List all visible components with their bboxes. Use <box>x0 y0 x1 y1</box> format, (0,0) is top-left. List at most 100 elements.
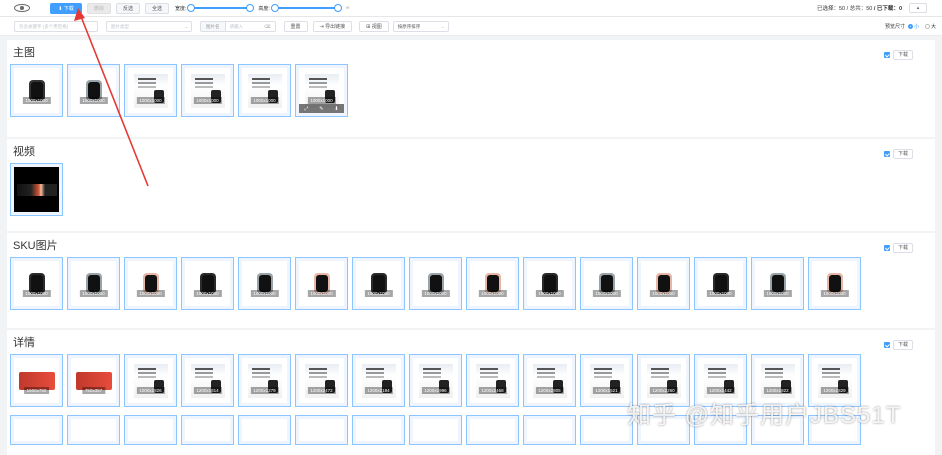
size-large-label[interactable]: 大 <box>931 23 936 30</box>
sku-thumbnail[interactable]: 1000x1000 <box>352 257 405 310</box>
detail-thumbnail[interactable]: 1200x1996 <box>409 354 462 407</box>
detail-thumbnail[interactable] <box>466 415 519 445</box>
sku-thumbnail[interactable]: 1000x1000 <box>523 257 576 310</box>
sku-thumbnail[interactable]: 1000x1000 <box>580 257 633 310</box>
video-checkbox[interactable] <box>884 151 890 157</box>
image-dimensions: 1200x1814 <box>193 387 222 394</box>
main-images-download-button[interactable]: 下载 <box>893 50 913 60</box>
sku-thumbnail[interactable]: 1000x1000 <box>238 257 291 310</box>
sku-thumbnail[interactable]: 1000x1000 <box>10 257 63 310</box>
width-slider[interactable] <box>187 3 255 13</box>
sku-thumbnail[interactable]: 1000x1000 <box>181 257 234 310</box>
detail-thumbnail[interactable] <box>67 415 120 445</box>
invert-selection-button[interactable]: 反选 <box>116 2 141 14</box>
detail-thumbnail[interactable] <box>352 415 405 445</box>
detail-thumbnail[interactable] <box>409 415 462 445</box>
content-area: 主图 下载 1000x1000 1000x1000 1000x1000 1000x10… <box>0 38 942 455</box>
detail-thumbnail[interactable] <box>295 415 348 445</box>
main-image <box>185 68 230 113</box>
detail-thumbnail[interactable]: 1600x750 <box>10 354 63 407</box>
detail-thumbnail[interactable] <box>580 415 633 445</box>
main-thumbnail[interactable]: 1000x1000 <box>67 64 120 117</box>
detail-images-download-button[interactable]: 下载 <box>893 340 913 350</box>
main-thumbnail[interactable]: 1000x1000 ⤢ ✎ ⬇ <box>295 64 348 117</box>
image-dimensions: 1000x1000 <box>592 290 621 297</box>
chevron-up-icon: ▴ <box>916 5 920 11</box>
sku-images-download-control: 下载 <box>884 243 913 253</box>
detail-thumbnail[interactable]: 1200x2468 <box>466 354 519 407</box>
sku-thumbnail[interactable]: 1000x1000 <box>637 257 690 310</box>
export-links-button[interactable]: ⇥ 导出链接 <box>312 20 353 32</box>
sku-thumbnail[interactable]: 1000x1000 <box>808 257 861 310</box>
select-all-button[interactable]: 全选 <box>145 2 170 14</box>
video-download-button[interactable]: 下载 <box>893 149 913 159</box>
video-preview-image <box>16 183 57 196</box>
detail-thumbnail[interactable]: 1200x1814 <box>181 354 234 407</box>
image-dimensions: 1000x1000 <box>250 97 279 104</box>
detail-thumbnail[interactable] <box>238 415 291 445</box>
detail-thumbnail[interactable] <box>181 415 234 445</box>
edit-icon[interactable]: ✎ <box>319 106 323 112</box>
height-slider[interactable] <box>270 3 342 13</box>
detail-thumbnail[interactable]: 1000x1826 <box>124 354 177 407</box>
size-large-radio[interactable] <box>924 24 930 29</box>
detail-thumbnail[interactable]: 1200x1279 <box>238 354 291 407</box>
extension-logo-icon <box>14 4 30 12</box>
detail-image <box>413 419 458 441</box>
width-slider-min-handle[interactable] <box>187 4 196 12</box>
width-slider-max-handle[interactable] <box>246 4 255 12</box>
sku-thumbnail[interactable]: 1000x1000 <box>124 257 177 310</box>
compare-prefix-select[interactable]: 图片名 <box>200 20 226 32</box>
sku-thumbnail[interactable]: 1000x1000 <box>409 257 462 310</box>
detail-thumbnail[interactable]: 1200x2184 <box>352 354 405 407</box>
sku-images-download-button[interactable]: 下载 <box>893 243 913 253</box>
sku-thumbnail[interactable]: 1000x1000 <box>295 257 348 310</box>
height-slider-max-handle[interactable] <box>333 4 342 12</box>
sku-thumbnail[interactable]: 1000x1000 <box>694 257 747 310</box>
detail-thumbnail[interactable]: 1200x2472 <box>295 354 348 407</box>
download-icon[interactable]: ⬇ <box>334 106 338 112</box>
collapse-button[interactable]: ▴ <box>909 3 927 13</box>
detail-image <box>185 358 230 403</box>
detail-thumbnail[interactable] <box>124 415 177 445</box>
preview-size-label: 预览尺寸 <box>884 24 905 30</box>
clear-icon[interactable]: ⌫ <box>264 22 270 31</box>
main-thumbnail[interactable]: 1000x1000 <box>124 64 177 117</box>
keyword-input[interactable]: 包含关键字 (多个用空格) <box>14 20 98 32</box>
detail-images-checkbox[interactable] <box>884 342 890 348</box>
sku-thumbnail[interactable]: 1000x1000 <box>751 257 804 310</box>
detail-images-section: 详情 下载 1600x750 750x357 1000x1826 1200x1814 1… <box>7 330 935 455</box>
download-button[interactable]: ⬇ 下载 <box>50 2 82 14</box>
compare-input[interactable]: 请输入 ⌫ <box>225 20 276 32</box>
size-small-label[interactable]: 小 <box>914 23 919 30</box>
detail-thumbnail[interactable] <box>523 415 576 445</box>
sku-thumbnail[interactable]: 1000x1000 <box>67 257 120 310</box>
sort-select[interactable]: 按原序排序 ⌄ <box>392 20 449 32</box>
main-images-checkbox[interactable] <box>884 52 890 58</box>
main-thumbnail[interactable]: 1000x1000 <box>181 64 234 117</box>
video-thumbnail[interactable] <box>10 163 63 216</box>
sku-image <box>242 261 287 306</box>
main-image <box>242 68 287 113</box>
image-action-bar: ⤢ ✎ ⬇ <box>299 104 344 113</box>
image-dimensions: 1000x1000 <box>22 290 51 297</box>
image-type-select[interactable]: 图片类型 ⌄ <box>106 20 192 32</box>
detail-image <box>299 358 344 403</box>
sku-images-checkbox[interactable] <box>884 245 890 251</box>
delete-button[interactable]: 删除 <box>87 2 111 14</box>
selection-counter: 已选择：50 / 总共：50 / 已下载：0 <box>817 4 902 12</box>
view-button[interactable]: ⊞ 视图 <box>359 20 389 32</box>
sku-image <box>527 261 572 306</box>
detail-thumbnail[interactable]: 1200x2805 <box>523 354 576 407</box>
height-slider-min-handle[interactable] <box>270 4 279 12</box>
detail-thumbnail[interactable]: 750x357 <box>67 354 120 407</box>
detail-thumbnail[interactable] <box>10 415 63 445</box>
sku-image <box>128 261 173 306</box>
expand-icon[interactable]: ⤢ <box>304 106 308 112</box>
main-thumbnail[interactable]: 1000x1000 <box>238 64 291 117</box>
detail-thumbnail[interactable]: 1200x1521 <box>580 354 633 407</box>
main-thumbnail[interactable]: 1000x1000 <box>10 64 63 117</box>
sku-thumbnail[interactable]: 1000x1000 <box>466 257 519 310</box>
reset-button[interactable]: 重置 <box>283 20 308 32</box>
size-small-radio[interactable] <box>907 24 913 29</box>
